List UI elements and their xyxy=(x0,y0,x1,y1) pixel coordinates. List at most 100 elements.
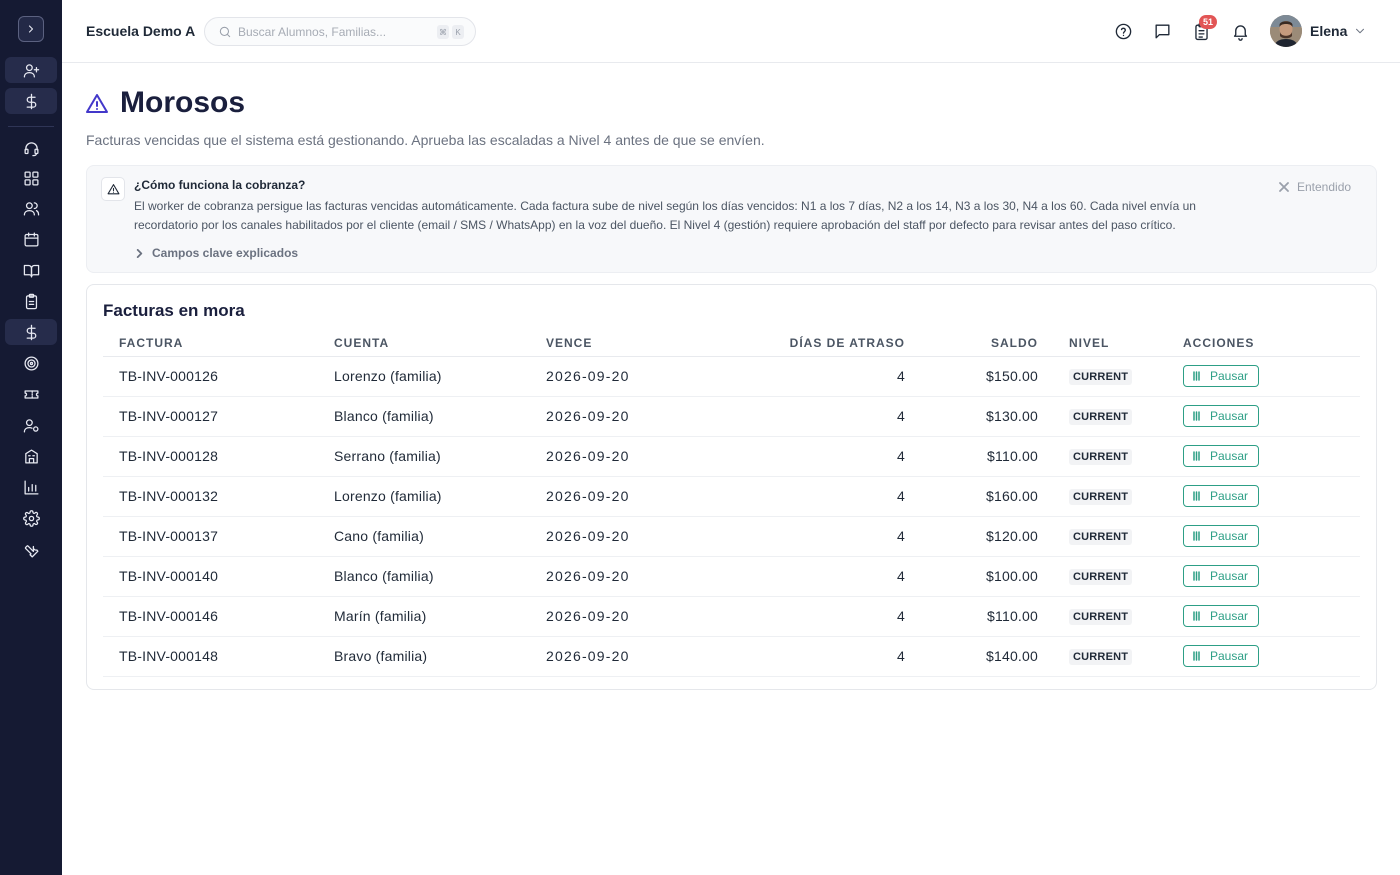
user-name[interactable]: Elena xyxy=(1310,23,1347,39)
pause-label: Pausar xyxy=(1210,369,1249,383)
wrench-icon xyxy=(24,544,39,558)
column-header-due[interactable]: VENCE xyxy=(546,331,706,357)
key-fields-toggle[interactable]: Campos clave explicados xyxy=(135,246,298,260)
level-badge: CURRENT xyxy=(1069,529,1133,545)
invoice-number: TB-INV-000132 xyxy=(103,476,334,517)
sidebar-item-tools[interactable] xyxy=(5,537,57,563)
sidebar-item-goals[interactable] xyxy=(5,350,57,376)
sidebar-item-add-user[interactable] xyxy=(5,57,57,83)
pause-icon xyxy=(1193,651,1200,661)
pause-button[interactable]: Pausar xyxy=(1183,405,1259,427)
pause-button[interactable]: Pausar xyxy=(1183,565,1259,587)
sidebar-item-staff[interactable] xyxy=(5,412,57,438)
pause-label: Pausar xyxy=(1210,449,1249,463)
dollar-icon xyxy=(26,93,36,109)
info-warning-icon xyxy=(101,177,125,201)
level-badge: CURRENT xyxy=(1069,609,1133,625)
balance: $110.00 xyxy=(905,596,1038,637)
expand-sidebar-button[interactable] xyxy=(18,16,44,42)
sidebar-item-tickets[interactable] xyxy=(5,381,57,407)
pause-icon xyxy=(1193,411,1200,421)
level-cell: CURRENT xyxy=(1038,636,1183,677)
column-header-level[interactable]: NIVEL xyxy=(1038,331,1183,357)
column-header-days-overdue[interactable]: DÍAS DE ATRASO xyxy=(706,331,905,357)
column-header-actions: ACCIONES xyxy=(1183,331,1360,357)
search-box[interactable]: ⌘ K xyxy=(204,17,476,46)
dismiss-label: Entendido xyxy=(1297,180,1352,194)
level-cell: CURRENT xyxy=(1038,356,1183,397)
due-date: 2026-09-20 xyxy=(546,556,706,597)
sidebar-item-dashboard[interactable] xyxy=(5,165,57,191)
building-icon xyxy=(24,448,38,464)
pause-button[interactable]: Pausar xyxy=(1183,485,1259,507)
table-row[interactable]: TB-INV-000137 Cano (familia) 2026-09-20 4 $1… xyxy=(103,516,1360,557)
avatar[interactable] xyxy=(1270,15,1302,47)
level-cell: CURRENT xyxy=(1038,516,1183,557)
sidebar-item-reports[interactable] xyxy=(5,474,57,500)
account-name: Lorenzo (familia) xyxy=(334,356,546,397)
search-input[interactable] xyxy=(238,23,433,41)
notifications-button[interactable] xyxy=(1229,20,1251,42)
table-row[interactable]: TB-INV-000146 Marín (familia) 2026-09-20 4 $… xyxy=(103,596,1360,637)
pause-button[interactable]: Pausar xyxy=(1183,525,1259,547)
chart-icon xyxy=(23,479,39,495)
table-row[interactable]: TB-INV-000140 Blanco (familia) 2026-09-20 4… xyxy=(103,556,1360,597)
balance: $160.00 xyxy=(905,476,1038,517)
due-date: 2026-09-20 xyxy=(546,516,706,557)
column-header-account[interactable]: CUENTA xyxy=(334,331,546,357)
billing-icon xyxy=(26,324,36,340)
dismiss-button[interactable]: Entendido xyxy=(1279,180,1351,194)
messages-button[interactable] xyxy=(1151,20,1173,42)
level-badge: CURRENT xyxy=(1069,569,1133,585)
balance: $150.00 xyxy=(905,356,1038,397)
account-name: Blanco (familia) xyxy=(334,556,546,597)
info-body: El worker de cobranza persigue las factu… xyxy=(134,199,1196,232)
sidebar-item-courses[interactable] xyxy=(5,257,57,283)
sidebar-item-payments[interactable] xyxy=(5,88,57,114)
pause-button[interactable]: Pausar xyxy=(1183,645,1259,667)
level-cell: CURRENT xyxy=(1038,596,1183,637)
invoice-number: TB-INV-000127 xyxy=(103,396,334,437)
pause-icon xyxy=(1193,611,1200,621)
users-icon xyxy=(23,201,39,216)
overdue-invoices-table: FACTURA CUENTA VENCE DÍAS DE ATRASO SALD… xyxy=(103,331,1360,677)
column-header-invoice[interactable]: FACTURA xyxy=(103,331,334,357)
sidebar-item-billing[interactable] xyxy=(5,319,57,345)
table-row[interactable]: TB-INV-000126 Lorenzo (familia) 2026-09-20… xyxy=(103,356,1360,397)
due-date: 2026-09-20 xyxy=(546,396,706,437)
sidebar-item-users[interactable] xyxy=(5,195,57,221)
pause-label: Pausar xyxy=(1210,649,1249,663)
top-bar: Escuela Demo A ⌘ K 51 Elena xyxy=(62,0,1400,63)
sidebar xyxy=(0,0,62,875)
pause-icon xyxy=(1193,371,1200,381)
pause-button[interactable]: Pausar xyxy=(1183,365,1259,387)
sidebar-item-support[interactable] xyxy=(5,135,57,161)
pause-button[interactable]: Pausar xyxy=(1183,605,1259,627)
table-title: Facturas en mora xyxy=(103,301,245,320)
dashboard-icon xyxy=(23,170,39,186)
column-header-balance[interactable]: SALDO xyxy=(905,331,1038,357)
table-row[interactable]: TB-INV-000128 Serrano (familia) 2026-09-20… xyxy=(103,436,1360,477)
table-row[interactable]: TB-INV-000132 Lorenzo (familia) 2026-09-20… xyxy=(103,476,1360,517)
shortcut-key-cmd: ⌘ xyxy=(437,25,449,39)
pause-button[interactable]: Pausar xyxy=(1183,445,1259,467)
balance: $100.00 xyxy=(905,556,1038,597)
invoice-number: TB-INV-000126 xyxy=(103,356,334,397)
table-row[interactable]: TB-INV-000127 Blanco (familia) 2026-09-20 4… xyxy=(103,396,1360,437)
pause-icon xyxy=(1193,571,1200,581)
days-overdue: 4 xyxy=(706,596,905,637)
key-fields-label: Campos clave explicados xyxy=(152,246,299,260)
invoice-number: TB-INV-000137 xyxy=(103,516,334,557)
days-overdue: 4 xyxy=(706,396,905,437)
invoice-number: TB-INV-000146 xyxy=(103,596,334,637)
sidebar-item-calendar[interactable] xyxy=(5,226,57,252)
help-button[interactable] xyxy=(1112,20,1134,42)
sidebar-item-settings[interactable] xyxy=(5,505,57,531)
sidebar-item-tasks[interactable] xyxy=(5,288,57,314)
user-menu-toggle[interactable] xyxy=(1353,24,1367,38)
account-name: Bravo (familia) xyxy=(334,636,546,677)
table-row[interactable]: TB-INV-000148 Bravo (familia) 2026-09-20 4 $… xyxy=(103,636,1360,677)
sidebar-item-school[interactable] xyxy=(5,443,57,469)
actions-cell: Pausar xyxy=(1183,476,1360,517)
help-icon xyxy=(1115,23,1131,39)
